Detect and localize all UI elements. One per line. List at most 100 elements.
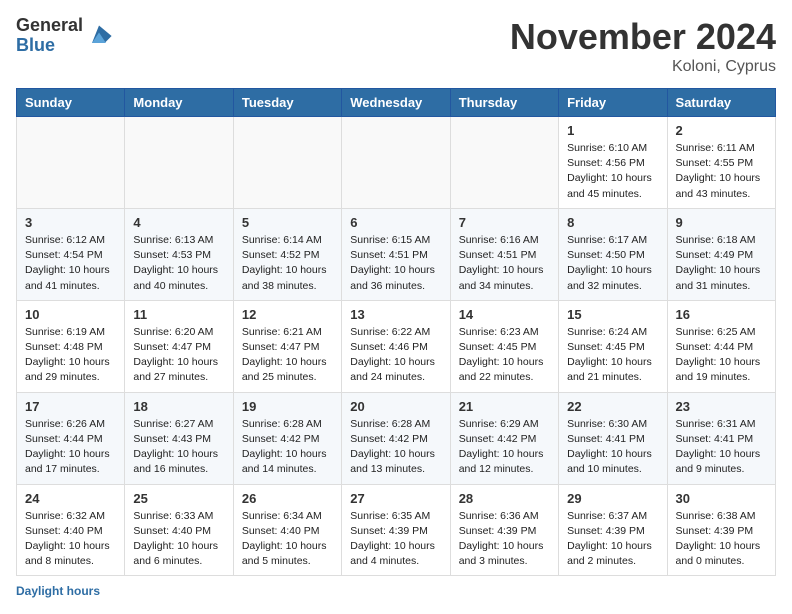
calendar-cell: 7 Sunrise: 6:16 AM Sunset: 4:51 PM Daylig… — [450, 208, 558, 300]
logo-general: General — [16, 16, 83, 36]
day-number: 6 — [350, 215, 441, 230]
day-info: Sunrise: 6:23 AM Sunset: 4:45 PM Dayligh… — [459, 325, 550, 386]
calendar-cell: 8 Sunrise: 6:17 AM Sunset: 4:50 PM Daylig… — [559, 208, 667, 300]
calendar-cell: 20 Sunrise: 6:28 AM Sunset: 4:42 PM Dayli… — [342, 392, 450, 484]
calendar-cell: 11 Sunrise: 6:20 AM Sunset: 4:47 PM Dayli… — [125, 300, 233, 392]
calendar-header-friday: Friday — [559, 89, 667, 117]
calendar-cell: 15 Sunrise: 6:24 AM Sunset: 4:45 PM Dayli… — [559, 300, 667, 392]
calendar-cell: 22Sunrise: 6:30 AM Sunset: 4:41 PM Dayli… — [559, 392, 667, 484]
day-info: Sunrise: 6:24 AM Sunset: 4:45 PM Dayligh… — [567, 325, 658, 386]
calendar-cell: 16Sunrise: 6:25 AM Sunset: 4:44 PM Dayli… — [667, 300, 775, 392]
calendar-cell: 3 Sunrise: 6:12 AM Sunset: 4:54 PM Daylig… — [17, 208, 125, 300]
calendar-cell — [450, 117, 558, 209]
calendar-week-row: 24 Sunrise: 6:32 AM Sunset: 4:40 PM Dayli… — [17, 484, 776, 576]
day-info: Sunrise: 6:10 AM Sunset: 4:56 PM Dayligh… — [567, 141, 658, 202]
calendar-cell: 1 Sunrise: 6:10 AM Sunset: 4:56 PM Daylig… — [559, 117, 667, 209]
day-info: Sunrise: 6:12 AM Sunset: 4:54 PM Dayligh… — [25, 233, 116, 294]
calendar-header-wednesday: Wednesday — [342, 89, 450, 117]
day-number: 21 — [459, 399, 550, 414]
calendar-header-monday: Monday — [125, 89, 233, 117]
day-number: 8 — [567, 215, 658, 230]
calendar-cell — [17, 117, 125, 209]
day-number: 3 — [25, 215, 116, 230]
calendar-cell — [233, 117, 341, 209]
day-number: 24 — [25, 491, 116, 506]
calendar-cell: 18Sunrise: 6:27 AM Sunset: 4:43 PM Dayli… — [125, 392, 233, 484]
day-info: Sunrise: 6:19 AM Sunset: 4:48 PM Dayligh… — [25, 325, 116, 386]
calendar-cell: 13 Sunrise: 6:22 AM Sunset: 4:46 PM Dayli… — [342, 300, 450, 392]
day-info: Sunrise: 6:35 AM Sunset: 4:39 PM Dayligh… — [350, 509, 441, 570]
day-number: 13 — [350, 307, 441, 322]
day-info: Sunrise: 6:15 AM Sunset: 4:51 PM Dayligh… — [350, 233, 441, 294]
day-info: Sunrise: 6:17 AM Sunset: 4:50 PM Dayligh… — [567, 233, 658, 294]
day-number: 27 — [350, 491, 441, 506]
calendar-cell: 12Sunrise: 6:21 AM Sunset: 4:47 PM Dayli… — [233, 300, 341, 392]
calendar-week-row: 17 Sunrise: 6:26 AM Sunset: 4:44 PM Dayli… — [17, 392, 776, 484]
calendar-cell: 28 Sunrise: 6:36 AM Sunset: 4:39 PM Dayli… — [450, 484, 558, 576]
day-number: 17 — [25, 399, 116, 414]
calendar-cell: 21 Sunrise: 6:29 AM Sunset: 4:42 PM Dayli… — [450, 392, 558, 484]
day-number: 26 — [242, 491, 333, 506]
day-number: 11 — [133, 307, 224, 322]
day-number: 30 — [676, 491, 767, 506]
day-number: 1 — [567, 123, 658, 138]
day-info: Sunrise: 6:33 AM Sunset: 4:40 PM Dayligh… — [133, 509, 224, 570]
calendar-cell: 6 Sunrise: 6:15 AM Sunset: 4:51 PM Daylig… — [342, 208, 450, 300]
day-info: Sunrise: 6:18 AM Sunset: 4:49 PM Dayligh… — [676, 233, 767, 294]
month-title: November 2024 — [510, 16, 776, 58]
day-info: Sunrise: 6:20 AM Sunset: 4:47 PM Dayligh… — [133, 325, 224, 386]
calendar-week-row: 3 Sunrise: 6:12 AM Sunset: 4:54 PM Daylig… — [17, 208, 776, 300]
calendar-week-row: 1 Sunrise: 6:10 AM Sunset: 4:56 PM Daylig… — [17, 117, 776, 209]
calendar-header-row: SundayMondayTuesdayWednesdayThursdayFrid… — [17, 89, 776, 117]
footer-note: Daylight hours — [16, 584, 776, 598]
calendar-header-sunday: Sunday — [17, 89, 125, 117]
calendar-header-saturday: Saturday — [667, 89, 775, 117]
logo: General Blue — [16, 16, 113, 56]
day-number: 12 — [242, 307, 333, 322]
calendar-week-row: 10Sunrise: 6:19 AM Sunset: 4:48 PM Dayli… — [17, 300, 776, 392]
calendar-cell: 17 Sunrise: 6:26 AM Sunset: 4:44 PM Dayli… — [17, 392, 125, 484]
day-info: Sunrise: 6:26 AM Sunset: 4:44 PM Dayligh… — [25, 417, 116, 478]
calendar-cell: 26 Sunrise: 6:34 AM Sunset: 4:40 PM Dayli… — [233, 484, 341, 576]
day-number: 19 — [242, 399, 333, 414]
day-info: Sunrise: 6:38 AM Sunset: 4:39 PM Dayligh… — [676, 509, 767, 570]
day-number: 20 — [350, 399, 441, 414]
day-info: Sunrise: 6:25 AM Sunset: 4:44 PM Dayligh… — [676, 325, 767, 386]
logo-icon — [85, 22, 113, 50]
day-number: 4 — [133, 215, 224, 230]
day-number: 28 — [459, 491, 550, 506]
location: Koloni, Cyprus — [510, 58, 776, 76]
calendar-cell: 25 Sunrise: 6:33 AM Sunset: 4:40 PM Dayli… — [125, 484, 233, 576]
day-number: 25 — [133, 491, 224, 506]
day-number: 5 — [242, 215, 333, 230]
day-number: 9 — [676, 215, 767, 230]
day-info: Sunrise: 6:27 AM Sunset: 4:43 PM Dayligh… — [133, 417, 224, 478]
calendar-cell: 9 Sunrise: 6:18 AM Sunset: 4:49 PM Daylig… — [667, 208, 775, 300]
day-number: 29 — [567, 491, 658, 506]
calendar-cell: 23Sunrise: 6:31 AM Sunset: 4:41 PM Dayli… — [667, 392, 775, 484]
logo-blue: Blue — [16, 36, 83, 56]
calendar-table: SundayMondayTuesdayWednesdayThursdayFrid… — [16, 88, 776, 576]
day-info: Sunrise: 6:13 AM Sunset: 4:53 PM Dayligh… — [133, 233, 224, 294]
day-info: Sunrise: 6:29 AM Sunset: 4:42 PM Dayligh… — [459, 417, 550, 478]
calendar-cell: 19Sunrise: 6:28 AM Sunset: 4:42 PM Dayli… — [233, 392, 341, 484]
day-number: 15 — [567, 307, 658, 322]
day-info: Sunrise: 6:16 AM Sunset: 4:51 PM Dayligh… — [459, 233, 550, 294]
day-number: 7 — [459, 215, 550, 230]
calendar-cell — [342, 117, 450, 209]
calendar-cell — [125, 117, 233, 209]
day-info: Sunrise: 6:34 AM Sunset: 4:40 PM Dayligh… — [242, 509, 333, 570]
day-number: 14 — [459, 307, 550, 322]
day-info: Sunrise: 6:22 AM Sunset: 4:46 PM Dayligh… — [350, 325, 441, 386]
day-info: Sunrise: 6:28 AM Sunset: 4:42 PM Dayligh… — [350, 417, 441, 478]
calendar-header-thursday: Thursday — [450, 89, 558, 117]
day-info: Sunrise: 6:32 AM Sunset: 4:40 PM Dayligh… — [25, 509, 116, 570]
day-info: Sunrise: 6:36 AM Sunset: 4:39 PM Dayligh… — [459, 509, 550, 570]
calendar-cell: 24 Sunrise: 6:32 AM Sunset: 4:40 PM Dayli… — [17, 484, 125, 576]
day-info: Sunrise: 6:30 AM Sunset: 4:41 PM Dayligh… — [567, 417, 658, 478]
calendar-cell: 27 Sunrise: 6:35 AM Sunset: 4:39 PM Dayli… — [342, 484, 450, 576]
calendar-cell: 10Sunrise: 6:19 AM Sunset: 4:48 PM Dayli… — [17, 300, 125, 392]
day-info: Sunrise: 6:37 AM Sunset: 4:39 PM Dayligh… — [567, 509, 658, 570]
daylight-hours-label: Daylight hours — [16, 584, 100, 598]
day-info: Sunrise: 6:14 AM Sunset: 4:52 PM Dayligh… — [242, 233, 333, 294]
